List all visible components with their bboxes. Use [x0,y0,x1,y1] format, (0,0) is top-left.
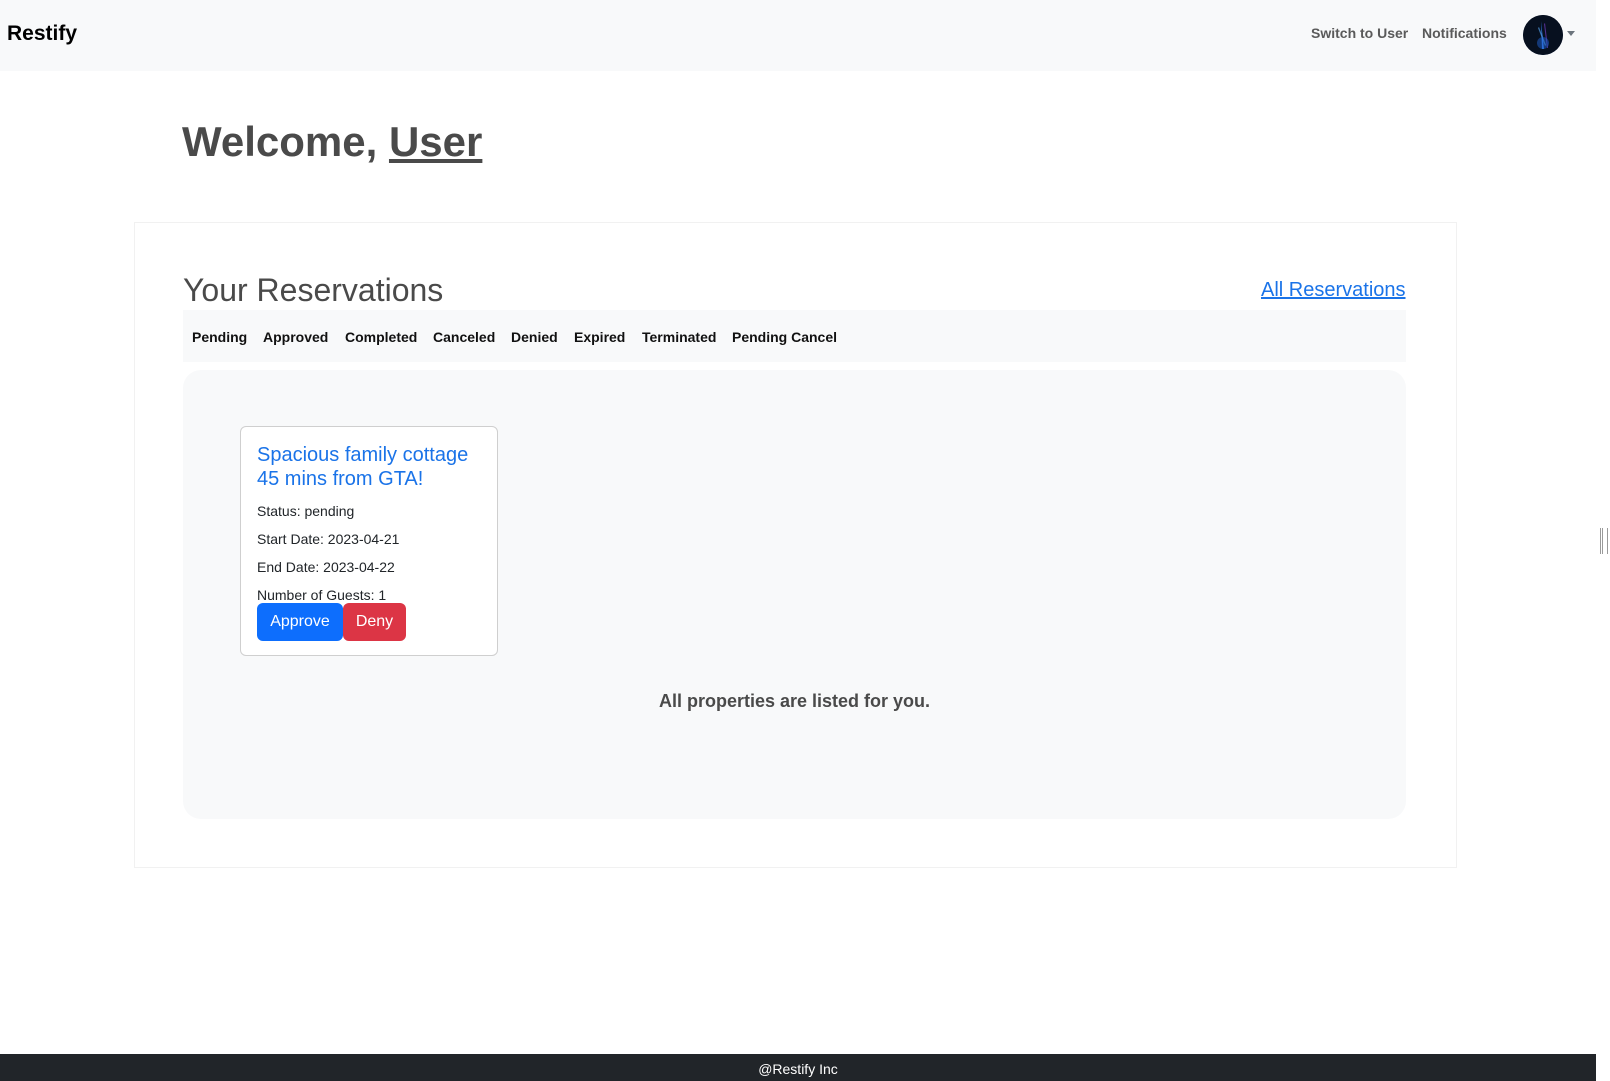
top-navbar: Restify Switch to User Notifications [0,0,1596,71]
tab-completed[interactable]: Completed [345,329,417,345]
approve-button[interactable]: Approve [257,603,343,641]
all-reservations-link[interactable]: All Reservations [1261,279,1406,302]
tab-approved[interactable]: Approved [263,329,328,345]
page-title: Welcome, User [182,118,482,166]
username-link[interactable]: User [389,118,482,165]
reservation-status: Status: pending [257,503,355,519]
reservation-start-date: Start Date: 2023-04-21 [257,531,400,547]
page: Restify Switch to User Notifications Wel… [0,0,1596,1081]
window-scrollbar[interactable] [1596,0,1610,1081]
tab-expired[interactable]: Expired [574,329,625,345]
page-footer: @Restify Inc [0,1054,1596,1081]
reservation-status-tabs: Pending Approved Completed Canceled Deni… [183,310,1406,362]
reservation-end-date: End Date: 2023-04-22 [257,559,395,575]
tab-pending-cancel[interactable]: Pending Cancel [732,329,837,345]
welcome-prefix: Welcome, [182,118,389,165]
deny-button[interactable]: Deny [343,603,406,641]
chevron-down-icon[interactable] [1567,31,1575,36]
reservation-card: Spacious family cottage 45 mins from GTA… [240,426,498,656]
tab-pending[interactable]: Pending [192,329,247,345]
property-title-link[interactable]: Spacious family cottage 45 mins from GTA… [257,443,487,491]
reservations-title: Your Reservations [183,272,444,308]
brand-logo[interactable]: Restify [7,22,77,46]
all-listed-message: All properties are listed for you. [658,691,931,711]
tab-denied[interactable]: Denied [511,329,558,345]
footer-text: @Restify Inc [758,1061,838,1077]
switch-to-user-link[interactable]: Switch to User [1311,25,1408,41]
notifications-link[interactable]: Notifications [1422,25,1507,41]
reservation-guests: Number of Guests: 1 [257,587,387,603]
avatar-image-icon [1523,15,1563,55]
avatar[interactable] [1523,15,1563,55]
tab-canceled[interactable]: Canceled [433,329,495,345]
scrollbar-grip-icon[interactable] [1600,528,1608,554]
tab-terminated[interactable]: Terminated [642,329,716,345]
